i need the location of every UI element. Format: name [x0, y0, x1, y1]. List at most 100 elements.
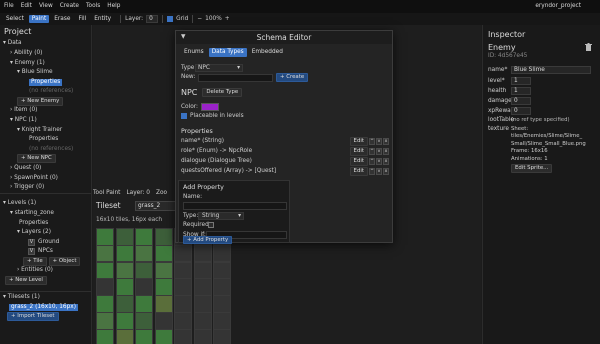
tile-cell[interactable]: [213, 244, 231, 263]
tile-cell[interactable]: [154, 261, 173, 280]
tool-select-button[interactable]: Select: [3, 15, 27, 24]
tileset-grid[interactable]: [96, 228, 236, 344]
add-tile-layer-button[interactable]: + Tile: [23, 256, 47, 266]
tool-paint-button[interactable]: Paint: [28, 14, 50, 24]
tile-cell[interactable]: [213, 328, 231, 344]
tile-cell[interactable]: [135, 228, 153, 246]
zoom-in-button[interactable]: +: [225, 16, 230, 23]
new-npc-button[interactable]: + New NPC: [17, 154, 56, 164]
tile-cell[interactable]: [135, 278, 153, 296]
placeable-checkbox[interactable]: [181, 113, 187, 120]
tile-cell[interactable]: [135, 261, 153, 280]
tile-cell[interactable]: [174, 328, 192, 344]
required-checkbox[interactable]: [208, 222, 214, 229]
tile-cell[interactable]: [213, 295, 231, 313]
layer-ground[interactable]: V Ground: [3, 237, 91, 247]
tab-enums[interactable]: Enums: [181, 48, 207, 57]
delete-type-button[interactable]: Delete Type: [202, 88, 243, 98]
tile-cell[interactable]: [174, 278, 192, 296]
menu-tools[interactable]: Tools: [86, 3, 100, 10]
tile-cell[interactable]: [213, 312, 231, 330]
tree-npc[interactable]: ▾ NPC (1): [3, 116, 91, 126]
move-down-icon[interactable]: v: [376, 148, 382, 155]
tree-blue-slime-properties[interactable]: Properties: [3, 77, 91, 87]
new-level-button[interactable]: + New Level: [5, 276, 47, 286]
field-xpreward-input[interactable]: 0: [511, 107, 531, 115]
tree-level-properties[interactable]: Properties: [3, 218, 91, 228]
tile-cell[interactable]: [154, 312, 173, 330]
tile-cell[interactable]: [115, 261, 134, 280]
tile-cell[interactable]: [154, 295, 173, 313]
tile-cell[interactable]: [96, 244, 114, 263]
menu-view[interactable]: View: [39, 3, 53, 10]
tile-cell[interactable]: [154, 278, 173, 296]
tree-spawnpoint[interactable]: › SpawnPoint (0): [3, 173, 91, 183]
tile-cell[interactable]: [115, 228, 134, 246]
tile-cell[interactable]: [174, 312, 192, 330]
tile-cell[interactable]: [96, 261, 114, 280]
move-down-icon[interactable]: v: [376, 168, 382, 175]
menu-help[interactable]: Help: [107, 3, 120, 10]
field-name-input[interactable]: Blue Slime: [511, 66, 591, 74]
tree-trigger[interactable]: › Trigger (0): [3, 183, 91, 193]
tree-knight-trainer[interactable]: ▾ Knight Trainer: [3, 125, 91, 135]
tile-cell[interactable]: [135, 295, 153, 313]
tile-cell[interactable]: [96, 328, 114, 344]
type-select[interactable]: NPC ▾: [195, 64, 243, 72]
move-up-icon[interactable]: ^: [369, 168, 375, 175]
edit-sprite-button[interactable]: Edit Sprite...: [511, 164, 553, 174]
edit-property-button[interactable]: Edit: [349, 147, 368, 156]
tile-panel-tool[interactable]: Tool Paint: [93, 190, 120, 197]
edit-property-button[interactable]: Edit: [349, 137, 368, 146]
tile-cell[interactable]: [154, 244, 173, 263]
tile-cell[interactable]: [193, 278, 212, 296]
field-level-input[interactable]: 1: [511, 77, 531, 85]
tile-cell[interactable]: [96, 312, 114, 330]
tree-tilesets[interactable]: ▾ Tilesets (1): [3, 293, 91, 303]
tab-data-types[interactable]: Data Types: [208, 48, 247, 57]
remove-icon[interactable]: x: [383, 138, 389, 145]
collapse-icon[interactable]: ▼: [181, 34, 185, 41]
tree-levels[interactable]: ▾ Levels (1): [3, 199, 91, 209]
tile-cell[interactable]: [193, 312, 212, 330]
tile-cell[interactable]: [193, 295, 212, 313]
tree-blue-slime[interactable]: ▾ Blue Slime: [3, 68, 91, 78]
remove-icon[interactable]: x: [383, 158, 389, 165]
tile-cell[interactable]: [174, 244, 192, 263]
layer-npcs[interactable]: V NPCs: [3, 247, 91, 257]
move-down-icon[interactable]: v: [376, 158, 382, 165]
tile-cell[interactable]: [115, 278, 134, 296]
tile-cell[interactable]: [96, 278, 114, 296]
tab-embedded[interactable]: Embedded: [249, 48, 286, 57]
move-up-icon[interactable]: ^: [369, 158, 375, 165]
tile-cell[interactable]: [154, 328, 173, 344]
tree-knight-trainer-properties[interactable]: Properties: [3, 135, 91, 145]
menu-file[interactable]: File: [4, 3, 14, 10]
tile-cell[interactable]: [174, 295, 192, 313]
zoom-out-button[interactable]: −: [197, 16, 202, 23]
field-damage-input[interactable]: 0: [511, 97, 531, 105]
tile-cell[interactable]: [96, 228, 114, 246]
tile-cell[interactable]: [174, 261, 192, 280]
remove-icon[interactable]: x: [383, 148, 389, 155]
add-property-button[interactable]: + Add Property: [183, 236, 233, 244]
import-tileset-button[interactable]: + Import Tileset: [7, 312, 59, 322]
tile-panel-layer[interactable]: Layer: 0: [126, 190, 150, 197]
tile-cell[interactable]: [213, 278, 231, 296]
tile-cell[interactable]: [135, 328, 153, 344]
tile-cell[interactable]: [193, 261, 212, 280]
tile-cell[interactable]: [213, 261, 231, 280]
new-enemy-button[interactable]: + New Enemy: [17, 96, 64, 106]
grid-checkbox[interactable]: [167, 16, 174, 22]
field-health-input[interactable]: 1: [511, 87, 531, 95]
tile-cell[interactable]: [115, 312, 134, 330]
move-down-icon[interactable]: v: [376, 138, 382, 145]
move-up-icon[interactable]: ^: [369, 138, 375, 145]
menu-edit[interactable]: Edit: [21, 3, 32, 10]
tool-entity-button[interactable]: Entity: [91, 15, 114, 24]
tile-cell[interactable]: [115, 328, 134, 344]
tool-fill-button[interactable]: Fill: [75, 15, 89, 24]
tile-cell[interactable]: [135, 244, 153, 263]
add-object-layer-button[interactable]: + Object: [48, 256, 81, 266]
move-up-icon[interactable]: ^: [369, 148, 375, 155]
